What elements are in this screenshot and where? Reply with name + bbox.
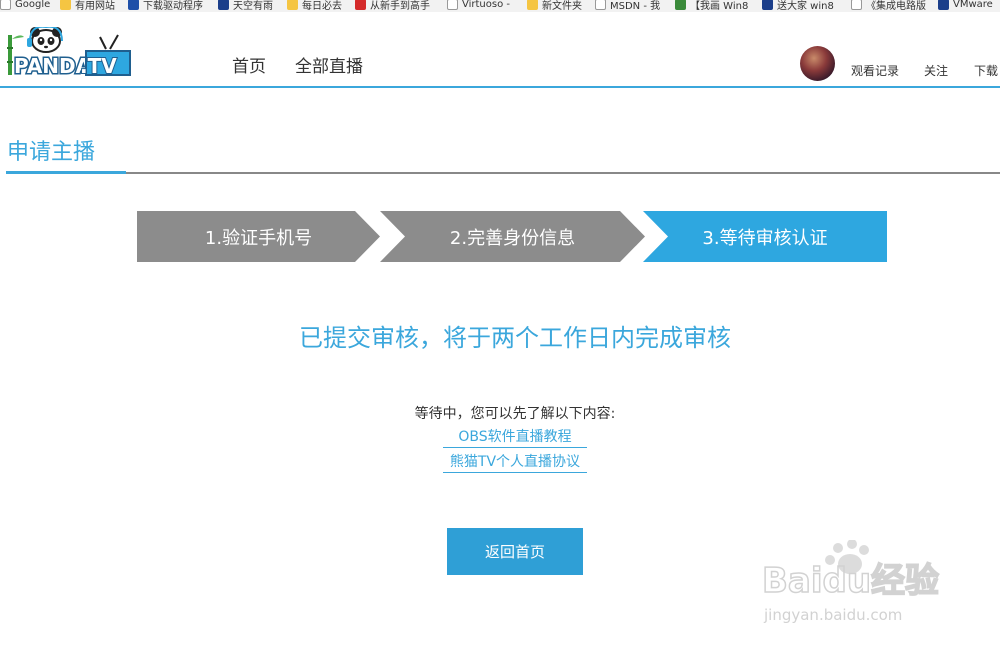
section-divider bbox=[6, 172, 1000, 174]
bookmark-ic[interactable]: 《集成电路版 bbox=[851, 0, 926, 12]
bookmark-win8-2[interactable]: 送大家 win8 bbox=[762, 0, 834, 12]
red-site-icon bbox=[355, 0, 366, 10]
follow-link[interactable]: 关注 bbox=[924, 62, 948, 79]
svg-text:.TV: .TV bbox=[80, 54, 117, 77]
step-label: 1.验证手机号 bbox=[204, 227, 313, 249]
folder-icon bbox=[287, 0, 298, 10]
bookmark-google[interactable]: Google bbox=[0, 0, 50, 12]
submission-headline: 已提交审核，将于两个工作日内完成审核 bbox=[299, 324, 731, 352]
bookmark-folder[interactable]: 有用网站 bbox=[60, 0, 115, 12]
page-icon bbox=[0, 0, 11, 10]
bookmark-label: 送大家 win8 bbox=[777, 0, 834, 12]
waiting-text: 等待中，您可以先了解以下内容: bbox=[414, 406, 616, 422]
watermark-url: jingyan.baidu.com bbox=[763, 606, 902, 624]
baidu-jingyan-watermark: Baidu经验 jingyan.baidu.com bbox=[761, 540, 940, 624]
vmware-icon bbox=[938, 0, 949, 10]
bookmark-label: VMware bbox=[953, 0, 993, 10]
step-identity-info: 2.完善身份信息 bbox=[380, 211, 645, 262]
step-label: 2.完善身份信息 bbox=[449, 227, 576, 249]
green-site-icon bbox=[675, 0, 686, 10]
page-icon bbox=[447, 0, 458, 10]
bookmarks-bar: Google 有用网站 下载驱动程序 天空有雨 每日必去 从新手到高手 Virt… bbox=[0, 0, 1000, 12]
bookmark-label: 【我画 Win8 bbox=[690, 0, 749, 12]
section-divider-accent bbox=[6, 171, 126, 174]
bookmark-drivers[interactable]: 下载驱动程序 bbox=[128, 0, 203, 12]
nav-all-live[interactable]: 全部直播 bbox=[295, 52, 363, 77]
bookmark-label: 新文件夹 bbox=[542, 0, 582, 12]
nav-home[interactable]: 首页 bbox=[232, 52, 266, 77]
bookmark-folder[interactable]: 每日必去 bbox=[287, 0, 342, 12]
bookmark-label: 每日必去 bbox=[302, 0, 342, 12]
bookmark-label: Google bbox=[15, 0, 51, 10]
site-icon bbox=[762, 0, 773, 10]
back-home-button[interactable]: 返回首页 bbox=[447, 528, 583, 575]
bookmark-novice[interactable]: 从新手到高手 bbox=[355, 0, 430, 12]
step-verify-phone: 1.验证手机号 bbox=[137, 211, 380, 262]
step-await-review: 3.等待审核认证 bbox=[643, 211, 887, 262]
site-header: PANDA .TV 首页 全部直播 观看记录 关注 下载 bbox=[0, 12, 1000, 88]
bookmark-label: 天空有雨 bbox=[233, 0, 273, 12]
avatar[interactable] bbox=[800, 46, 835, 81]
hp-icon bbox=[128, 0, 139, 10]
page-title: 申请主播 bbox=[7, 140, 96, 165]
bookmark-label: 从新手到高手 bbox=[370, 0, 430, 12]
bookmark-label: Virtuoso - bbox=[462, 0, 511, 10]
bookmark-win8[interactable]: 【我画 Win8 bbox=[675, 0, 748, 12]
bookmark-label: 有用网站 bbox=[75, 0, 115, 12]
bookmark-virtuoso[interactable]: Virtuoso - bbox=[447, 0, 510, 12]
obs-tutorial-link[interactable]: OBS软件直播教程 bbox=[443, 426, 587, 448]
watermark-brand: Baidu经验 bbox=[762, 561, 939, 601]
page-icon bbox=[595, 0, 606, 10]
bookmark-vmware[interactable]: VMware bbox=[938, 0, 993, 12]
bookmark-label: MSDN - 我 bbox=[610, 0, 661, 12]
panda-tv-logo[interactable]: PANDA .TV bbox=[6, 27, 132, 77]
bookmark-msdn[interactable]: MSDN - 我 bbox=[595, 0, 660, 12]
bookmark-folder[interactable]: 新文件夹 bbox=[527, 0, 582, 12]
step-label: 3.等待审核认证 bbox=[702, 227, 828, 249]
bookmark-sky[interactable]: 天空有雨 bbox=[218, 0, 273, 12]
live-agreement-link[interactable]: 熊猫TV个人直播协议 bbox=[443, 451, 587, 473]
bookmark-label: 《集成电路版 bbox=[866, 0, 926, 12]
site-icon bbox=[218, 0, 229, 10]
bookmark-label: 下载驱动程序 bbox=[143, 0, 203, 12]
watch-history-link[interactable]: 观看记录 bbox=[851, 62, 899, 79]
page-icon bbox=[851, 0, 862, 10]
download-link[interactable]: 下载 bbox=[974, 62, 998, 79]
folder-icon bbox=[527, 0, 538, 10]
folder-icon bbox=[60, 0, 71, 10]
